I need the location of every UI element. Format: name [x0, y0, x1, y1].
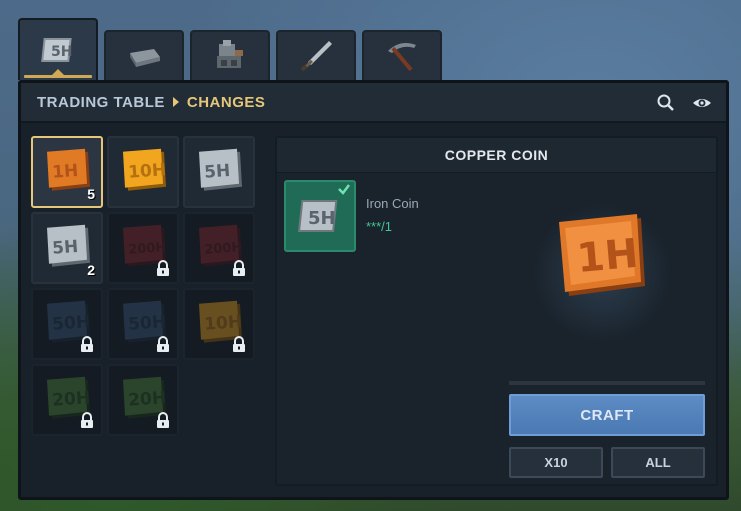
breadcrumb-root[interactable]: TRADING TABLE: [37, 94, 165, 111]
tab-coins[interactable]: 5H: [18, 18, 98, 80]
slot-quantity: 5: [87, 186, 95, 202]
coin-icon: 10H: [123, 148, 167, 191]
breadcrumb-current: CHANGES: [186, 93, 266, 111]
ingredient-slot[interactable]: 5H: [284, 180, 356, 252]
coin-5h-icon: 5H: [41, 38, 72, 62]
breadcrumb-separator-icon: [172, 97, 179, 107]
eye-icon[interactable]: [692, 93, 712, 113]
iron-ingot-icon: [130, 49, 160, 67]
recipe-slot[interactable]: 10H: [107, 136, 179, 208]
lock-icon: [233, 336, 245, 352]
tab-weapons[interactable]: [276, 30, 356, 80]
machine-icon: [217, 40, 243, 68]
ingredient-count: ***/1: [366, 219, 393, 234]
svg-text:1H: 1H: [52, 161, 79, 183]
recipe-title: COPPER COIN: [277, 138, 716, 173]
recipe-slot[interactable]: 200H: [107, 212, 179, 284]
recipe-slot[interactable]: 5H: [183, 136, 255, 208]
tab-machines[interactable]: [190, 30, 270, 80]
svg-text:5H: 5H: [204, 161, 231, 183]
recipe-detail-panel: COPPER COIN 5H Iron Coin ***/1 1H CRAFT …: [275, 136, 718, 486]
category-tabs: 5H: [18, 18, 442, 80]
pickaxe-icon: [388, 43, 416, 72]
recipe-slot[interactable]: 50H: [31, 288, 103, 360]
svg-text:5H: 5H: [308, 208, 336, 229]
svg-text:20H: 20H: [52, 388, 91, 411]
search-icon[interactable]: [656, 93, 676, 113]
lock-icon: [157, 260, 169, 276]
craft-all-button[interactable]: ALL: [611, 447, 705, 478]
svg-text:200H: 200H: [128, 240, 167, 258]
trading-window: TRADING TABLE CHANGES 1H 5 10H 5H 5H 2 200H 200…: [18, 80, 729, 500]
svg-text:10H: 10H: [204, 312, 243, 335]
lock-icon: [157, 412, 169, 428]
recipe-slot[interactable]: 20H: [107, 364, 179, 436]
svg-text:200H: 200H: [204, 240, 243, 258]
craft-button[interactable]: CRAFT: [509, 394, 705, 436]
tab-ingots[interactable]: [104, 30, 184, 80]
recipe-slot[interactable]: 20H: [31, 364, 103, 436]
lock-icon: [81, 412, 93, 428]
slot-quantity: 2: [87, 262, 95, 278]
recipe-slot[interactable]: 10H: [183, 288, 255, 360]
lock-icon: [81, 336, 93, 352]
svg-text:5H: 5H: [52, 237, 79, 259]
recipe-slot[interactable]: 200H: [183, 212, 255, 284]
lock-icon: [157, 336, 169, 352]
svg-text:1H: 1H: [575, 231, 640, 282]
recipe-slot[interactable]: 1H 5: [31, 136, 103, 208]
lock-icon: [233, 260, 245, 276]
recipe-slot[interactable]: 50H: [107, 288, 179, 360]
window-header: TRADING TABLE CHANGES: [21, 83, 726, 123]
iron-coin-icon: 5H: [298, 200, 338, 232]
ingredient-name: Iron Coin: [366, 196, 419, 211]
craft-x10-button[interactable]: X10: [509, 447, 603, 478]
check-icon: [338, 184, 350, 195]
svg-text:50H: 50H: [52, 312, 91, 335]
copper-coin-preview-icon: 1H: [559, 214, 645, 296]
craft-progress-bar: [509, 381, 705, 385]
svg-text:50H: 50H: [128, 312, 167, 335]
coin-icon: 5H: [47, 224, 90, 267]
sword-icon: [300, 41, 332, 72]
recipe-grid: 1H 5 10H 5H 5H 2 200H 200H 50H 50H 10H 20H 20H: [31, 136, 255, 436]
tab-tools[interactable]: [362, 30, 442, 80]
svg-text:5H: 5H: [51, 44, 72, 60]
coin-icon: 1H: [47, 148, 90, 191]
svg-text:20H: 20H: [128, 388, 167, 411]
svg-text:10H: 10H: [128, 160, 167, 183]
coin-icon: 5H: [199, 148, 242, 191]
recipe-slot[interactable]: 5H 2: [31, 212, 103, 284]
